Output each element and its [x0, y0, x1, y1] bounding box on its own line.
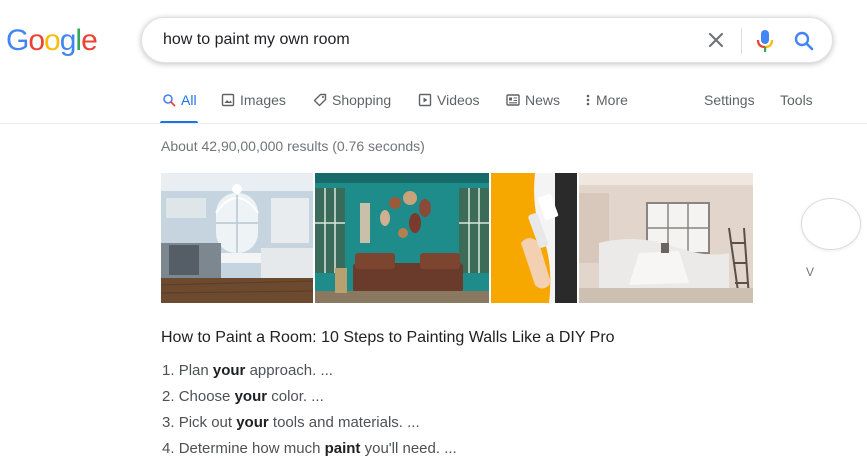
tab-more[interactable]: More: [585, 92, 628, 108]
image-thumbnail-kitchen[interactable]: [161, 173, 313, 303]
step-text: approach. ...: [245, 362, 333, 379]
tab-all[interactable]: All: [162, 92, 197, 108]
image-thumbnail-covered-room[interactable]: [579, 173, 753, 303]
play-icon: [418, 93, 432, 107]
tab-label: Videos: [437, 92, 480, 108]
logo-letter: g: [59, 24, 77, 57]
step-number: 3.: [162, 414, 175, 431]
google-logo[interactable]: Google: [6, 24, 98, 58]
image-thumbnail-painting-wall[interactable]: [491, 173, 577, 303]
logo-letter: o: [44, 24, 61, 57]
search-divider: [741, 28, 742, 54]
tools-label: Tools: [780, 92, 813, 108]
step-bold-text: paint: [324, 440, 361, 457]
search-icon[interactable]: [792, 29, 816, 53]
step-bold-text: your: [212, 362, 246, 379]
step-text: Plan: [178, 362, 213, 379]
tab-shopping[interactable]: Shopping: [313, 92, 391, 108]
step-bold-text: your: [234, 388, 268, 405]
search-tabs: All Images Shopping Videos News More Set…: [0, 84, 867, 124]
list-item: 1. Plan your approach. ...: [162, 362, 457, 388]
tabs-divider: [0, 123, 867, 124]
close-icon[interactable]: [705, 29, 727, 51]
logo-letter: G: [6, 24, 29, 57]
list-item: 2. Choose your color. ...: [162, 388, 457, 414]
step-text: you'll need. ...: [360, 440, 457, 457]
tab-label: More: [596, 92, 628, 108]
step-text: color. ...: [267, 388, 324, 405]
image-thumbnail-teal-room[interactable]: [315, 173, 489, 303]
step-bold-text: your: [236, 414, 269, 431]
tools-link[interactable]: Tools: [780, 92, 813, 108]
tab-label: All: [181, 92, 197, 108]
logo-letter: o: [28, 24, 45, 57]
tab-label: Images: [240, 92, 286, 108]
step-text: tools and materials. ...: [268, 414, 420, 431]
tab-label: Shopping: [332, 92, 392, 108]
tab-images[interactable]: Images: [221, 92, 286, 108]
snippet-title[interactable]: How to Paint a Room: 10 Steps to Paintin…: [161, 329, 615, 347]
step-number: 4.: [162, 440, 175, 457]
search-box[interactable]: how to paint my own room: [141, 17, 833, 63]
logo-letter: e: [81, 24, 98, 57]
settings-link[interactable]: Settings: [704, 92, 755, 108]
step-number: 2.: [162, 388, 175, 405]
result-stats: About 42,90,00,000 results (0.76 seconds…: [161, 138, 425, 154]
step-text: Pick out: [178, 414, 237, 431]
tab-news[interactable]: News: [506, 92, 560, 108]
list-item: 4. Determine how much paint you'll need.…: [162, 440, 457, 461]
news-icon: [506, 93, 520, 107]
mic-icon[interactable]: [754, 28, 776, 54]
image-icon: [221, 93, 235, 107]
tag-icon: [313, 93, 327, 107]
settings-label: Settings: [704, 92, 755, 108]
dots-vertical-icon: [585, 93, 591, 107]
tab-label: News: [525, 92, 561, 108]
snippet-steps: 1. Plan your approach. ... 2. Choose you…: [162, 362, 457, 461]
step-text: Choose: [178, 388, 235, 405]
more-images-button[interactable]: [801, 198, 861, 250]
more-images-label: V: [806, 265, 815, 279]
step-number: 1.: [162, 362, 175, 379]
tab-videos[interactable]: Videos: [418, 92, 480, 108]
list-item: 3. Pick out your tools and materials. ..…: [162, 414, 457, 440]
search-input[interactable]: how to paint my own room: [163, 31, 350, 49]
step-text: Determine how much: [178, 440, 325, 457]
search-icon: [162, 93, 176, 107]
